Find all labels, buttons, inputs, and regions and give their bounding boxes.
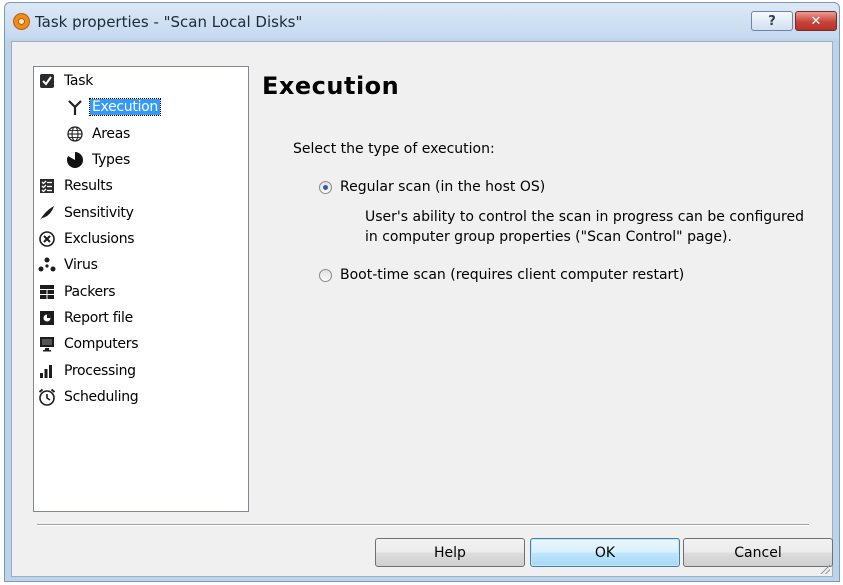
page-title: Execution [262,72,400,100]
tree-item-packers[interactable]: Packers [38,281,117,303]
boot-time-scan-label[interactable]: Boot-time scan (requires client computer… [340,267,684,283]
window-title: Task properties - "Scan Local Disks" [35,13,303,31]
cancel-button[interactable]: Cancel [683,538,833,567]
tree-item-label: Report file [64,310,133,326]
tree-item-sensitivity[interactable]: Sensitivity [38,202,136,224]
regular-scan-radio[interactable] [319,180,332,194]
monitor-icon [38,335,56,353]
tree-item-label: Scheduling [64,389,139,405]
tree-item-report-file[interactable]: Report file [38,307,135,329]
title-close-button[interactable]: ✕ [795,11,837,31]
bar-chart-icon [38,362,56,380]
tree-item-label: Sensitivity [64,205,134,221]
dialog-window: Task properties - "Scan Local Disks" ? ✕… [4,2,840,582]
dialog-client-area: Task Execution Areas Types Results Sensi… [11,41,833,577]
tree-item-label: Exclusions [64,231,135,247]
tree-item-results[interactable]: Results [38,175,114,197]
help-button[interactable]: Help [375,538,525,567]
tree-item-execution[interactable]: Execution [66,96,162,118]
app-logo-icon [13,13,30,30]
results-checklist-icon [38,177,56,195]
tree-item-processing[interactable]: Processing [38,360,138,382]
feather-icon [38,204,56,222]
types-pie-icon [66,151,84,169]
tree-item-virus[interactable]: Virus [38,254,100,276]
tree-item-label: Task [64,73,94,89]
footer-separator [37,524,809,526]
packers-grid-icon [38,283,56,301]
tree-item-scheduling[interactable]: Scheduling [38,386,140,408]
description-line: in computer group properties ("Scan Cont… [365,229,732,245]
ok-button[interactable]: OK [530,538,680,567]
boot-time-scan-radio[interactable] [319,268,332,282]
settings-tree[interactable]: Task Execution Areas Types Results Sensi… [33,66,249,512]
tree-item-label: Results [64,178,113,194]
tree-item-label: Execution [88,98,162,116]
resize-grip[interactable] [818,562,830,574]
tree-item-label: Packers [64,284,116,300]
exclusion-x-icon [38,230,56,248]
description-line: User's ability to control the scan in pr… [365,209,804,225]
tree-item-label: Computers [64,336,139,352]
tree-item-label: Virus [64,257,98,273]
tree-item-types[interactable]: Types [66,149,132,171]
tree-item-label: Areas [92,126,131,142]
tree-item-label: Processing [64,363,136,379]
regular-scan-label[interactable]: Regular scan (in the host OS) [340,179,545,195]
title-bar[interactable]: Task properties - "Scan Local Disks" ? ✕ [5,3,839,41]
execution-type-prompt: Select the type of execution: [293,141,495,157]
tree-item-computers[interactable]: Computers [38,333,140,355]
regular-scan-description: User's ability to control the scan in pr… [365,207,835,247]
boot-time-scan-option[interactable]: Boot-time scan (requires client computer… [319,267,684,283]
virus-icon [38,256,56,274]
title-help-button[interactable]: ? [751,11,793,31]
report-file-icon [38,309,56,327]
tree-item-exclusions[interactable]: Exclusions [38,228,136,250]
globe-icon [66,125,84,143]
execution-fork-icon [66,98,84,116]
tree-item-areas[interactable]: Areas [66,123,132,145]
tree-item-label: Types [92,152,130,168]
tree-item-task[interactable]: Task [38,70,95,92]
regular-scan-option[interactable]: Regular scan (in the host OS) [319,179,545,195]
task-check-icon [38,72,56,90]
alarm-clock-icon [38,388,56,406]
